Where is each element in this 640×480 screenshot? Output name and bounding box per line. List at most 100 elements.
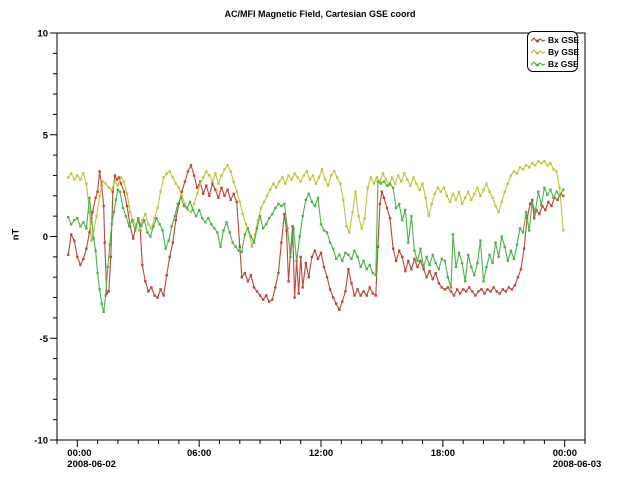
data-point-marker bbox=[300, 180, 302, 182]
data-point-marker bbox=[79, 225, 81, 227]
data-point-marker bbox=[389, 182, 391, 184]
data-point-marker bbox=[184, 203, 186, 205]
data-point-marker bbox=[193, 203, 195, 205]
data-point-marker bbox=[220, 174, 222, 176]
data-point-marker bbox=[496, 290, 498, 292]
data-point-marker bbox=[556, 199, 558, 201]
data-point-marker bbox=[339, 182, 341, 184]
data-point-marker bbox=[416, 260, 418, 262]
data-point-marker bbox=[73, 239, 75, 241]
data-point-marker bbox=[494, 241, 496, 243]
data-point-marker bbox=[407, 241, 409, 243]
data-point-marker bbox=[464, 197, 466, 199]
data-point-marker bbox=[73, 219, 75, 221]
data-point-marker bbox=[250, 274, 252, 276]
data-point-marker bbox=[425, 276, 427, 278]
data-point-marker bbox=[401, 256, 403, 258]
data-point-marker bbox=[263, 201, 265, 203]
data-point-marker bbox=[192, 209, 194, 211]
data-point-marker bbox=[141, 264, 143, 266]
data-point-marker bbox=[422, 266, 424, 268]
legend-line-sample bbox=[531, 36, 546, 44]
data-point-marker bbox=[177, 203, 179, 205]
data-point-marker bbox=[477, 290, 479, 292]
data-point-marker bbox=[335, 303, 337, 305]
data-point-marker bbox=[110, 256, 112, 258]
x-tick-label: 06:00 bbox=[187, 448, 211, 459]
data-point-marker bbox=[225, 221, 227, 223]
data-point-marker bbox=[123, 180, 125, 182]
data-point-marker bbox=[266, 195, 268, 197]
data-point-marker bbox=[332, 248, 334, 250]
data-point-marker bbox=[428, 270, 430, 272]
data-point-marker bbox=[309, 178, 311, 180]
data-point-marker bbox=[321, 168, 323, 170]
data-point-marker bbox=[256, 290, 258, 292]
data-point-marker bbox=[259, 294, 261, 296]
data-point-marker bbox=[302, 286, 304, 288]
data-point-marker bbox=[108, 290, 110, 292]
data-point-marker bbox=[432, 254, 434, 256]
data-point-marker bbox=[501, 235, 503, 237]
data-point-marker bbox=[468, 286, 470, 288]
data-point-marker bbox=[379, 203, 381, 205]
data-point-marker bbox=[144, 213, 146, 215]
data-point-marker bbox=[522, 231, 524, 233]
data-point-marker bbox=[79, 178, 81, 180]
x-tick-label: 18:00 bbox=[431, 448, 455, 459]
data-point-marker bbox=[166, 274, 168, 276]
data-point-marker bbox=[76, 256, 78, 258]
data-point-marker bbox=[244, 272, 246, 274]
data-point-marker bbox=[70, 172, 72, 174]
data-point-marker bbox=[90, 217, 92, 219]
data-point-marker bbox=[323, 229, 325, 231]
data-point-marker bbox=[281, 176, 283, 178]
data-point-marker bbox=[138, 229, 140, 231]
data-point-marker bbox=[353, 294, 355, 296]
data-point-marker bbox=[444, 288, 446, 290]
data-point-marker bbox=[391, 176, 393, 178]
data-point-marker bbox=[292, 227, 294, 229]
data-point-marker bbox=[236, 201, 238, 203]
data-point-marker bbox=[76, 174, 78, 176]
data-point-marker bbox=[326, 276, 328, 278]
data-point-marker bbox=[510, 174, 512, 176]
data-point-marker bbox=[329, 241, 331, 243]
data-point-marker bbox=[114, 174, 116, 176]
data-point-marker bbox=[320, 252, 322, 254]
data-point-marker bbox=[214, 172, 216, 174]
data-point-marker bbox=[226, 189, 228, 191]
data-point-marker bbox=[303, 174, 305, 176]
data-point-marker bbox=[166, 172, 168, 174]
data-point-marker bbox=[287, 280, 289, 282]
data-point-marker bbox=[213, 227, 215, 229]
data-point-marker bbox=[354, 191, 356, 193]
data-point-marker bbox=[353, 250, 355, 252]
data-point-marker bbox=[275, 187, 277, 189]
data-point-marker bbox=[98, 195, 100, 197]
data-point-marker bbox=[274, 207, 276, 209]
y-tick-label: 10 bbox=[37, 29, 48, 40]
data-point-marker bbox=[452, 233, 454, 235]
data-point-marker bbox=[537, 191, 539, 193]
data-point-marker bbox=[381, 191, 383, 193]
data-point-marker bbox=[223, 168, 225, 170]
data-point-marker bbox=[271, 298, 273, 300]
data-point-marker bbox=[73, 178, 75, 180]
data-point-marker bbox=[226, 164, 228, 166]
data-point-marker bbox=[513, 258, 515, 260]
data-point-marker bbox=[286, 227, 288, 229]
data-point-marker bbox=[113, 211, 115, 213]
data-point-marker bbox=[519, 227, 521, 229]
plot-frame bbox=[57, 33, 585, 440]
data-point-marker bbox=[305, 199, 307, 201]
data-point-marker bbox=[202, 193, 204, 195]
data-point-marker bbox=[291, 225, 293, 227]
data-point-marker bbox=[265, 223, 267, 225]
data-point-marker bbox=[383, 180, 385, 182]
data-point-marker bbox=[103, 205, 105, 207]
data-point-marker bbox=[147, 290, 149, 292]
data-point-marker bbox=[432, 278, 434, 280]
data-point-marker bbox=[404, 209, 406, 211]
data-point-marker bbox=[317, 197, 319, 199]
